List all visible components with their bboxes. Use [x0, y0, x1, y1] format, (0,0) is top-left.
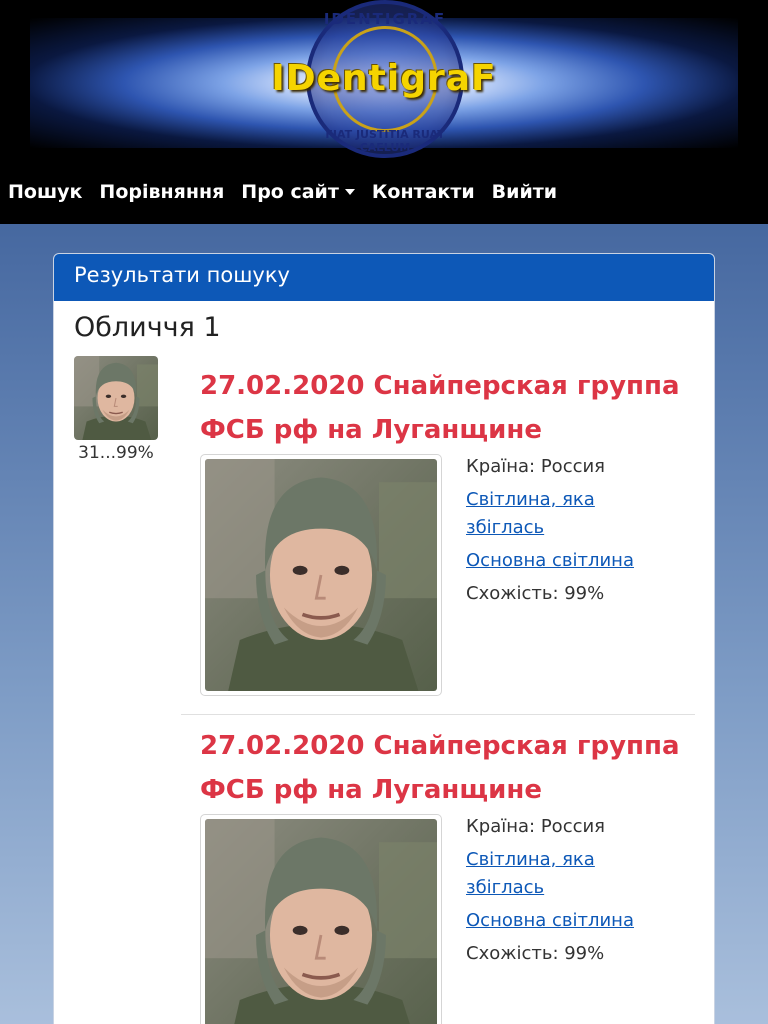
result-similarity: Схожість: 99% [466, 583, 605, 604]
main-photo-link[interactable]: Основна світлина [466, 910, 634, 931]
result-info: Країна: Россия Світлина, яка збіглась Ос… [466, 453, 656, 613]
caret-down-icon [344, 189, 355, 195]
face-thumbnail[interactable] [74, 356, 158, 440]
matched-photo-link[interactable]: Світлина, яка збіглась [466, 849, 595, 898]
nav-search[interactable]: Пошук [8, 181, 82, 203]
search-results-card: Результати пошуку Обличчя 1 31...99% 27.… [53, 253, 715, 1024]
result-photo-image [205, 819, 437, 1024]
result-title[interactable]: 27.02.2020 Снайперская группа ФСБ рф на … [200, 364, 690, 452]
nav-contacts[interactable]: Контакти [372, 181, 475, 203]
result-info: Країна: Россия Світлина, яка збіглась Ос… [466, 813, 656, 973]
result-photo-image [205, 459, 437, 691]
result-item: 27.02.2020 Снайперская группа ФСБ рф на … [181, 254, 695, 714]
nav-compare[interactable]: Порівняння [99, 181, 224, 203]
nav-about-label: Про сайт [241, 181, 339, 203]
nav-about-dropdown[interactable]: Про сайт [241, 181, 355, 203]
result-country: Країна: Россия [466, 456, 606, 477]
face-thumbnail-caption: 31...99% [78, 443, 154, 463]
result-similarity: Схожість: 99% [466, 943, 605, 964]
nav-logout[interactable]: Вийти [492, 181, 557, 203]
result-photo[interactable] [200, 814, 442, 1024]
face-thumbnail-image [74, 356, 158, 440]
emblem-bottom-text: FIAT JUSTITIA RUAT CAELUM [325, 128, 445, 154]
site-logo[interactable]: IDentigraF [0, 58, 768, 99]
result-photo[interactable] [200, 454, 442, 696]
main-photo-link[interactable]: Основна світлина [466, 550, 634, 571]
result-item: 27.02.2020 Снайперская группа ФСБ рф на … [181, 714, 695, 1024]
result-title[interactable]: 27.02.2020 Снайперская группа ФСБ рф на … [200, 724, 690, 812]
matched-photo-link[interactable]: Світлина, яка збіглась [466, 489, 595, 538]
main-nav: Пошук Порівняння Про сайт Контакти Вийти [0, 172, 566, 212]
result-country: Країна: Россия [466, 816, 606, 837]
site-header: IDENTIGRAF FIAT JUSTITIA RUAT CAELUM IDe… [0, 0, 768, 224]
